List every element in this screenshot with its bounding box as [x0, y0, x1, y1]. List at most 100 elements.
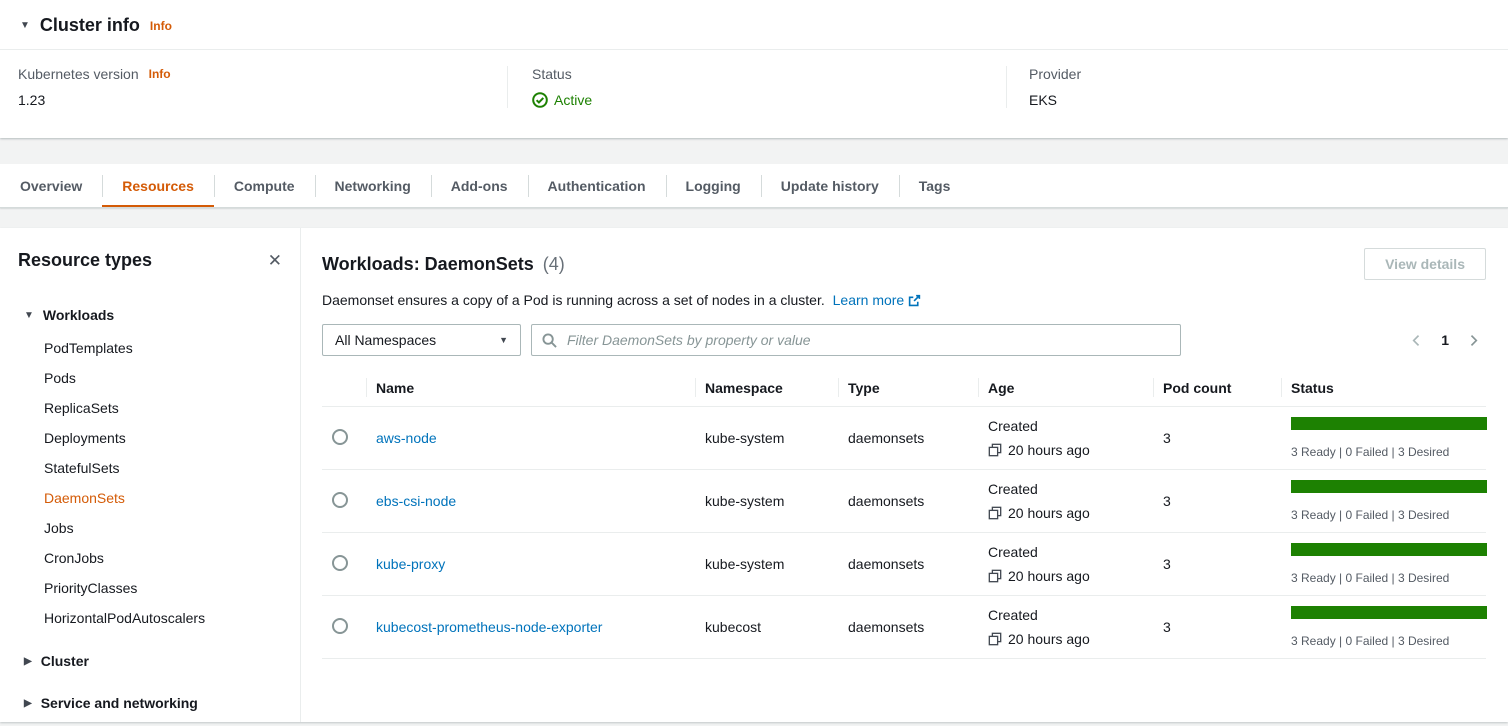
age-created-label: Created: [988, 418, 1143, 434]
next-page-button[interactable]: [1467, 334, 1480, 347]
current-page[interactable]: 1: [1441, 332, 1449, 348]
daemonset-name-link[interactable]: kubecost-prometheus-node-exporter: [376, 619, 602, 635]
copy-icon[interactable]: [988, 443, 1002, 457]
name-cell: ebs-csi-node: [366, 470, 695, 533]
namespace-select-value: All Namespaces: [335, 332, 436, 348]
tab-overview[interactable]: Overview: [0, 164, 102, 207]
copy-icon[interactable]: [988, 506, 1002, 520]
column-header-type[interactable]: Type: [838, 372, 978, 407]
name-cell: kubecost-prometheus-node-exporter: [366, 596, 695, 659]
tab-tags[interactable]: Tags: [899, 164, 971, 207]
sidebar-group-workloads[interactable]: ▼ Workloads: [0, 301, 300, 329]
daemonset-name-link[interactable]: aws-node: [376, 430, 437, 446]
sidebar-item-statefulsets[interactable]: StatefulSets: [0, 453, 300, 483]
type-cell: daemonsets: [838, 596, 978, 659]
daemonsets-description: Daemonset ensures a copy of a Pod is run…: [322, 290, 1486, 310]
check-circle-icon: [532, 92, 548, 108]
sidebar-item-replicasets[interactable]: ReplicaSets: [0, 393, 300, 423]
resource-types-sidebar: Resource types ✕ ▼ Workloads PodTemplate…: [0, 228, 301, 722]
status-label: Status: [532, 66, 986, 82]
column-header-pod-count[interactable]: Pod count: [1153, 372, 1281, 407]
collapse-section-icon[interactable]: ▼: [20, 20, 30, 31]
chevron-down-icon: ▼: [499, 335, 508, 345]
cluster-info-card: ▼ Cluster info Info Kubernetes version I…: [0, 0, 1508, 138]
tab-resources[interactable]: Resources: [102, 164, 214, 207]
sidebar-item-horizontalpodautoscalers[interactable]: HorizontalPodAutoscalers: [0, 603, 300, 633]
namespace-select[interactable]: All Namespaces ▼: [322, 324, 521, 356]
status-text: 3 Ready | 0 Failed | 3 Desired: [1291, 571, 1486, 585]
status-value: Active: [532, 92, 986, 108]
provider-value: EKS: [1029, 92, 1488, 108]
description-text: Daemonset ensures a copy of a Pod is run…: [322, 292, 825, 308]
learn-more-text: Learn more: [833, 292, 905, 308]
status-cell: 3 Ready | 0 Failed | 3 Desired: [1281, 407, 1486, 470]
cluster-tabs: Overview Resources Compute Networking Ad…: [0, 164, 1508, 208]
sidebar-item-daemonsets[interactable]: DaemonSets: [0, 483, 300, 513]
search-box[interactable]: [531, 324, 1181, 356]
close-icon[interactable]: ✕: [266, 250, 284, 271]
kubernetes-version-field: Kubernetes version Info 1.23: [0, 66, 507, 108]
sidebar-item-deployments[interactable]: Deployments: [0, 423, 300, 453]
sidebar-group-service-networking[interactable]: ▶ Service and networking: [0, 689, 300, 717]
sidebar-item-cronjobs[interactable]: CronJobs: [0, 543, 300, 573]
kubernetes-version-label: Kubernetes version: [18, 66, 139, 82]
column-header-status[interactable]: Status: [1281, 372, 1486, 407]
sidebar-item-pods[interactable]: Pods: [0, 363, 300, 393]
search-icon: [542, 333, 557, 348]
age-created-label: Created: [988, 607, 1143, 623]
daemonsets-header: Workloads: DaemonSets (4) View details: [322, 248, 1486, 280]
resources-panel: Resource types ✕ ▼ Workloads PodTemplate…: [0, 228, 1508, 722]
tab-networking[interactable]: Networking: [315, 164, 431, 207]
column-header-age[interactable]: Age: [978, 372, 1153, 407]
type-cell: daemonsets: [838, 533, 978, 596]
cluster-info-link[interactable]: Info: [150, 19, 172, 33]
status-text: 3 Ready | 0 Failed | 3 Desired: [1291, 634, 1486, 648]
select-cell: [322, 407, 366, 470]
workloads-items: PodTemplates Pods ReplicaSets Deployment…: [0, 333, 300, 633]
sidebar-item-podtemplates[interactable]: PodTemplates: [0, 333, 300, 363]
column-header-namespace[interactable]: Namespace: [695, 372, 838, 407]
age-created-label: Created: [988, 481, 1143, 497]
select-column-header: [322, 372, 366, 407]
previous-page-button[interactable]: [1410, 334, 1423, 347]
daemonsets-content: Workloads: DaemonSets (4) View details D…: [301, 228, 1508, 722]
copy-icon[interactable]: [988, 632, 1002, 646]
status-value-text: Active: [554, 92, 592, 108]
daemonset-name-link[interactable]: kube-proxy: [376, 556, 445, 572]
daemonset-name-link[interactable]: ebs-csi-node: [376, 493, 456, 509]
learn-more-link[interactable]: Learn more: [833, 292, 922, 308]
tab-update-history[interactable]: Update history: [761, 164, 899, 207]
search-input[interactable]: [565, 331, 1170, 349]
cluster-info-title-row: ▼ Cluster info Info: [0, 0, 1508, 50]
pod-count-cell: 3: [1153, 533, 1281, 596]
row-radio[interactable]: [332, 429, 348, 445]
row-radio[interactable]: [332, 618, 348, 634]
status-text: 3 Ready | 0 Failed | 3 Desired: [1291, 445, 1486, 459]
kubernetes-version-info-link[interactable]: Info: [149, 67, 171, 81]
provider-label: Provider: [1029, 66, 1488, 82]
tab-authentication[interactable]: Authentication: [528, 164, 666, 207]
column-header-name[interactable]: Name: [366, 372, 695, 407]
resource-types-header: Resource types ✕: [0, 250, 300, 271]
status-bar: [1291, 606, 1487, 619]
sidebar-item-priorityclasses[interactable]: PriorityClasses: [0, 573, 300, 603]
age-value: 20 hours ago: [1008, 631, 1090, 647]
type-cell: daemonsets: [838, 470, 978, 533]
pod-count-cell: 3: [1153, 470, 1281, 533]
name-cell: kube-proxy: [366, 533, 695, 596]
age-created-label: Created: [988, 544, 1143, 560]
tab-add-ons[interactable]: Add-ons: [431, 164, 528, 207]
tab-logging[interactable]: Logging: [666, 164, 761, 207]
row-radio[interactable]: [332, 492, 348, 508]
copy-icon[interactable]: [988, 569, 1002, 583]
view-details-button[interactable]: View details: [1364, 248, 1486, 280]
tab-compute[interactable]: Compute: [214, 164, 315, 207]
sidebar-group-cluster[interactable]: ▶ Cluster: [0, 647, 300, 675]
name-cell: aws-node: [366, 407, 695, 470]
namespace-cell: kubecost: [695, 596, 838, 659]
row-radio[interactable]: [332, 555, 348, 571]
resource-types-tree: ▼ Workloads PodTemplates Pods ReplicaSet…: [0, 301, 300, 717]
sidebar-item-jobs[interactable]: Jobs: [0, 513, 300, 543]
age-cell: Created 20 hours ago: [978, 407, 1153, 470]
kubernetes-version-value: 1.23: [18, 92, 487, 108]
